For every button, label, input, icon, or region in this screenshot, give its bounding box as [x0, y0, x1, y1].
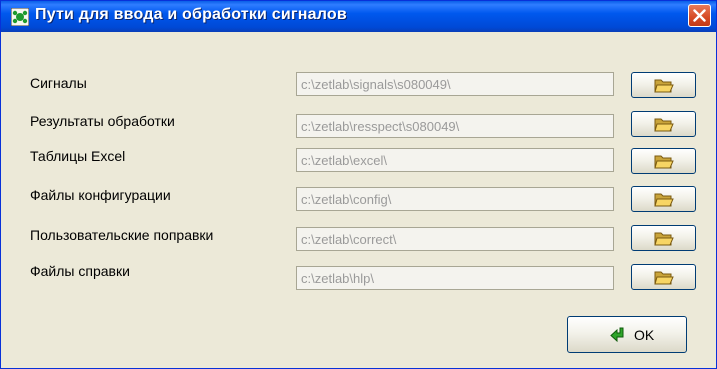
green-arrow-icon: [610, 327, 624, 343]
browse-config-button[interactable]: [631, 186, 696, 212]
help-path-field[interactable]: [296, 266, 614, 290]
label-excel: Таблицы Excel: [30, 148, 126, 164]
browse-excel-button[interactable]: [631, 148, 696, 174]
app-icon: [11, 8, 29, 26]
browse-help-button[interactable]: [631, 264, 696, 290]
ok-label: OK: [634, 327, 655, 343]
config-path-field[interactable]: [296, 187, 614, 211]
excel-path-field[interactable]: [296, 148, 614, 172]
dialog-window: Пути для ввода и обработки сигналов Сигн…: [0, 0, 717, 369]
browse-corrections-button[interactable]: [631, 225, 696, 251]
label-results: Результаты обработки: [30, 113, 175, 129]
window-title: Пути для ввода и обработки сигналов: [35, 6, 347, 23]
browse-signals-button[interactable]: [631, 72, 696, 98]
label-user-corrections: Пользовательские поправки: [30, 227, 214, 243]
folder-open-icon: [654, 79, 674, 93]
label-config: Файлы конфигурации: [30, 187, 171, 203]
close-button[interactable]: [688, 4, 711, 27]
close-icon: [693, 9, 706, 22]
corrections-path-field[interactable]: [296, 227, 614, 251]
signals-path-field[interactable]: [296, 72, 614, 96]
results-path-field[interactable]: [296, 114, 614, 138]
folder-open-icon: [654, 118, 674, 132]
folder-open-icon: [654, 232, 674, 246]
label-signals: Сигналы: [30, 75, 87, 91]
label-help-files: Файлы справки: [30, 263, 130, 279]
title-bar[interactable]: Пути для ввода и обработки сигналов: [1, 1, 716, 32]
folder-open-icon: [654, 193, 674, 207]
folder-open-icon: [654, 271, 674, 285]
folder-open-icon: [654, 155, 674, 169]
ok-button[interactable]: OK: [567, 316, 687, 353]
browse-results-button[interactable]: [631, 111, 696, 137]
